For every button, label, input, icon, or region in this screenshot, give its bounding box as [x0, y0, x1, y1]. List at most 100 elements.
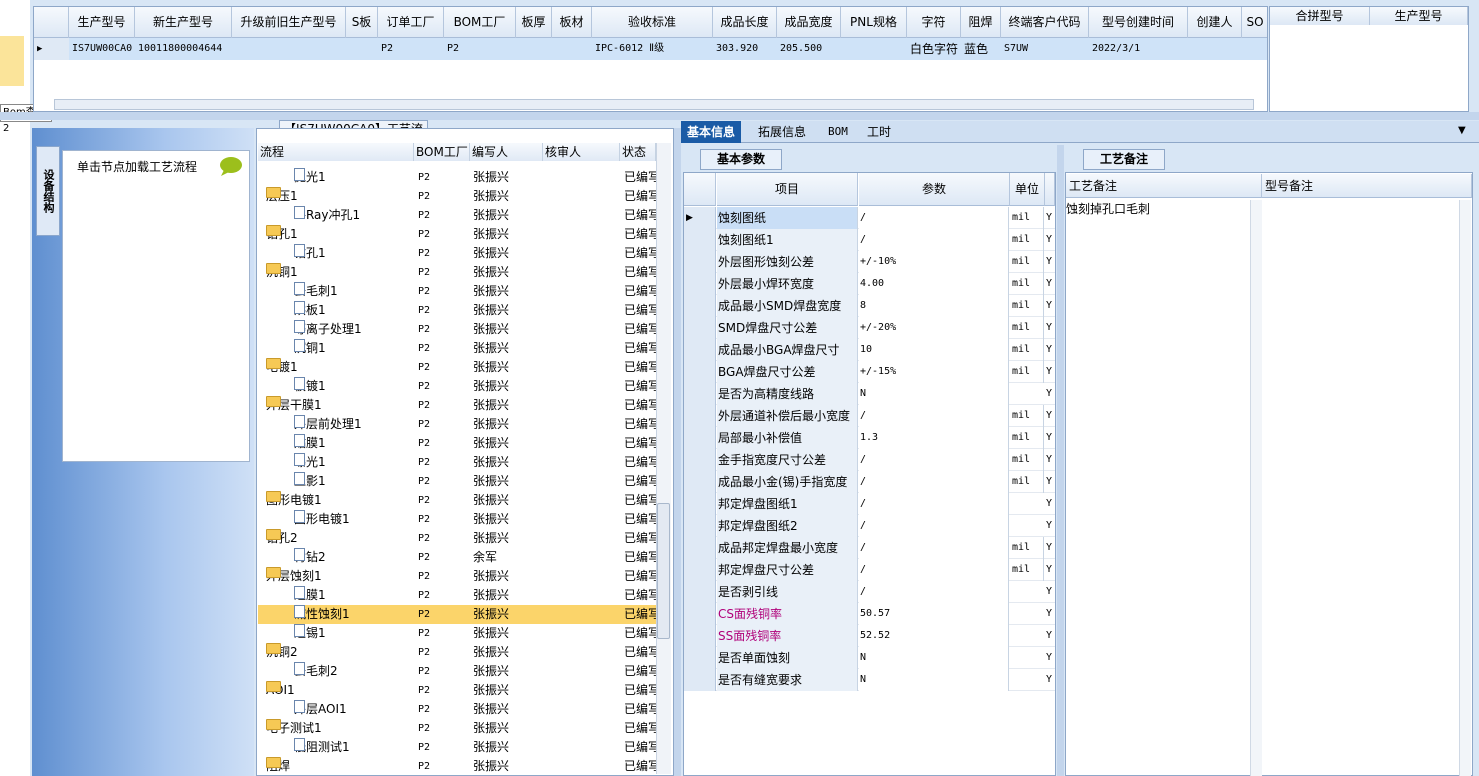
- param-row[interactable]: 是否有缝宽要求 N Y: [684, 669, 1055, 691]
- param-row[interactable]: CS面残铜率 50.57 Y: [684, 603, 1055, 625]
- cell[interactable]: [346, 38, 378, 60]
- param-value[interactable]: 1.3: [859, 427, 1009, 449]
- param-row[interactable]: 邦定焊盘图纸2/ Y: [684, 515, 1055, 537]
- param-row[interactable]: SS面残铜率 52.52 Y: [684, 625, 1055, 647]
- cell[interactable]: 205.500: [777, 38, 841, 60]
- note-scrollbar[interactable]: [1250, 200, 1262, 776]
- tree-row[interactable]: 背钻2 P2 余军 已编写: [258, 548, 656, 567]
- tree-row[interactable]: X-Ray冲孔1 P2 张振兴 已编写: [258, 206, 656, 225]
- col-header[interactable]: 创建人: [1188, 7, 1242, 38]
- col-header[interactable]: SO: [1242, 7, 1267, 38]
- tree-row[interactable]: ⊟钻孔1P2张振兴已编写: [258, 225, 656, 244]
- param-row[interactable]: 成品最小BGA焊盘尺寸 10 mil Y: [684, 339, 1055, 361]
- col-header[interactable]: 验收标准: [592, 7, 713, 38]
- param-col-header[interactable]: 单位: [1010, 173, 1045, 206]
- param-value[interactable]: /: [859, 515, 1009, 537]
- param-row[interactable]: 金手指宽度尺寸公差 / mil Y: [684, 449, 1055, 471]
- col-header[interactable]: 成品长度: [713, 7, 777, 38]
- param-value[interactable]: 52.52: [859, 625, 1009, 647]
- nav-highlight[interactable]: [0, 36, 24, 86]
- param-row[interactable]: 成品最小SMD焊盘宽度 8 mil Y: [684, 295, 1055, 317]
- tree-row[interactable]: 显影1 P2 张振兴 已编写: [258, 472, 656, 491]
- param-value[interactable]: /: [859, 537, 1009, 559]
- process-note-text[interactable]: 蚀刻掉孔口毛刺: [1066, 200, 1250, 217]
- param-value[interactable]: 4.00: [859, 273, 1009, 295]
- tree-row[interactable]: ⊟外层干膜1P2张振兴已编写: [258, 396, 656, 415]
- cell[interactable]: IPC-6012 Ⅱ级: [592, 38, 713, 60]
- tree-row[interactable]: ⊟外层蚀刻1P2张振兴已编写: [258, 567, 656, 586]
- note-scrollbar[interactable]: [1459, 200, 1471, 776]
- param-row[interactable]: 是否剥引线 / Y: [684, 581, 1055, 603]
- tree-row[interactable]: 图形电镀1 P2 张振兴 已编写: [258, 510, 656, 529]
- tree-col-header[interactable]: 核审人: [543, 143, 620, 161]
- col-header[interactable]: 合拼型号: [1270, 7, 1370, 25]
- param-value[interactable]: /: [859, 581, 1009, 603]
- product-row[interactable]: ▶ IS7UW00CA0 10011800004644 P2 P2 IPC-60…: [34, 38, 1267, 60]
- horizontal-scrollbar[interactable]: [54, 99, 1254, 110]
- col-header[interactable]: 成品宽度: [777, 7, 841, 38]
- tree-scroll-thumb[interactable]: [657, 503, 670, 639]
- tree-row[interactable]: 去毛刺2 P2 张振兴 已编写: [258, 662, 656, 681]
- col-header[interactable]: BOM工厂: [444, 7, 516, 38]
- tab-basic-info[interactable]: 基本信息: [681, 121, 742, 143]
- param-value[interactable]: +/-15%: [859, 361, 1009, 383]
- col-header[interactable]: 生产型号: [1370, 7, 1468, 25]
- tree-col-header[interactable]: 流程: [258, 143, 414, 161]
- tab-process-notes[interactable]: 工艺备注: [1083, 149, 1165, 170]
- tree-row[interactable]: 碱性蚀刻1 P2 张振兴 已编写: [258, 605, 656, 624]
- param-row[interactable]: 局部最小补偿值 1.3 mil Y: [684, 427, 1055, 449]
- tree-row[interactable]: 退锡1 P2 张振兴 已编写: [258, 624, 656, 643]
- param-value[interactable]: 8: [859, 295, 1009, 317]
- cell[interactable]: [841, 38, 907, 60]
- cell[interactable]: S7UW: [1001, 38, 1089, 60]
- tree-row[interactable]: 低阻测试1 P2 张振兴 已编写: [258, 738, 656, 757]
- cell[interactable]: 2022/3/1: [1089, 38, 1188, 60]
- param-value[interactable]: /: [859, 207, 1009, 229]
- col-header[interactable]: 板材: [552, 7, 592, 38]
- tree-col-header[interactable]: 编写人: [470, 143, 543, 161]
- param-row[interactable]: 邦定焊盘尺寸公差 / mil Y: [684, 559, 1055, 581]
- param-row[interactable]: 成品最小金(锡)手指宽度 / mil Y: [684, 471, 1055, 493]
- col-header[interactable]: 升级前旧生产型号: [232, 7, 346, 38]
- param-row[interactable]: 是否为高精度线路 N Y: [684, 383, 1055, 405]
- param-row[interactable]: 外层最小焊环宽度 4.00 mil Y: [684, 273, 1055, 295]
- col-header[interactable]: 订单工厂: [378, 7, 444, 38]
- tree-row[interactable]: ⊟沉铜1P2张振兴已编写: [258, 263, 656, 282]
- vertical-splitter[interactable]: [1057, 145, 1064, 776]
- param-col-header[interactable]: 参数: [859, 173, 1010, 206]
- tree-row[interactable]: 外层前处理1 P2 张振兴 已编写: [258, 415, 656, 434]
- param-value[interactable]: N: [859, 647, 1009, 669]
- param-row[interactable]: ▶ 蚀刻图纸 / mil Y: [684, 207, 1055, 229]
- horizontal-splitter[interactable]: [0, 112, 1479, 120]
- param-row[interactable]: 蚀刻图纸1/mil Y: [684, 229, 1055, 251]
- col-header[interactable]: 终端客户代码: [1001, 7, 1089, 38]
- col-header[interactable]: PNL规格: [841, 7, 907, 38]
- cell[interactable]: 白色字符: [907, 38, 961, 60]
- col-header[interactable]: 新生产型号: [135, 7, 232, 38]
- tree-row[interactable]: ⊟电子测试1P2张振兴已编写: [258, 719, 656, 738]
- param-value[interactable]: N: [859, 669, 1009, 691]
- param-value[interactable]: +/-10%: [859, 251, 1009, 273]
- tree-row[interactable]: ⊟阻焊P2张振兴已编写: [258, 757, 656, 776]
- cell[interactable]: [1188, 38, 1242, 60]
- tree-scrollbar[interactable]: [656, 143, 671, 774]
- tree-row[interactable]: 沉铜1 P2 张振兴 已编写: [258, 339, 656, 358]
- col-header[interactable]: S板: [346, 7, 378, 38]
- tree-row[interactable]: 贴膜1 P2 张振兴 已编写: [258, 434, 656, 453]
- tree-row[interactable]: ⊟图形电镀1P2张振兴已编写: [258, 491, 656, 510]
- param-value[interactable]: /: [859, 493, 1009, 515]
- cell[interactable]: [552, 38, 592, 60]
- param-row[interactable]: 成品邦定焊盘最小宽度 / mil Y: [684, 537, 1055, 559]
- param-value[interactable]: 10: [859, 339, 1009, 361]
- cell[interactable]: 303.920: [713, 38, 777, 60]
- tree-row[interactable]: ⊟沉铜2P2张振兴已编写: [258, 643, 656, 662]
- col-header[interactable]: 型号创建时间: [1089, 7, 1188, 38]
- param-row[interactable]: 是否单面蚀刻 N Y: [684, 647, 1055, 669]
- param-value[interactable]: /: [859, 405, 1009, 427]
- cell[interactable]: 蓝色: [961, 38, 1001, 60]
- param-row[interactable]: 外层通道补偿后最小宽度 / mil Y: [684, 405, 1055, 427]
- cell[interactable]: [516, 38, 552, 60]
- param-col-header[interactable]: 项目: [717, 173, 858, 206]
- tree-row[interactable]: 曝光1 P2 张振兴 已编写: [258, 453, 656, 472]
- param-value[interactable]: +/-20%: [859, 317, 1009, 339]
